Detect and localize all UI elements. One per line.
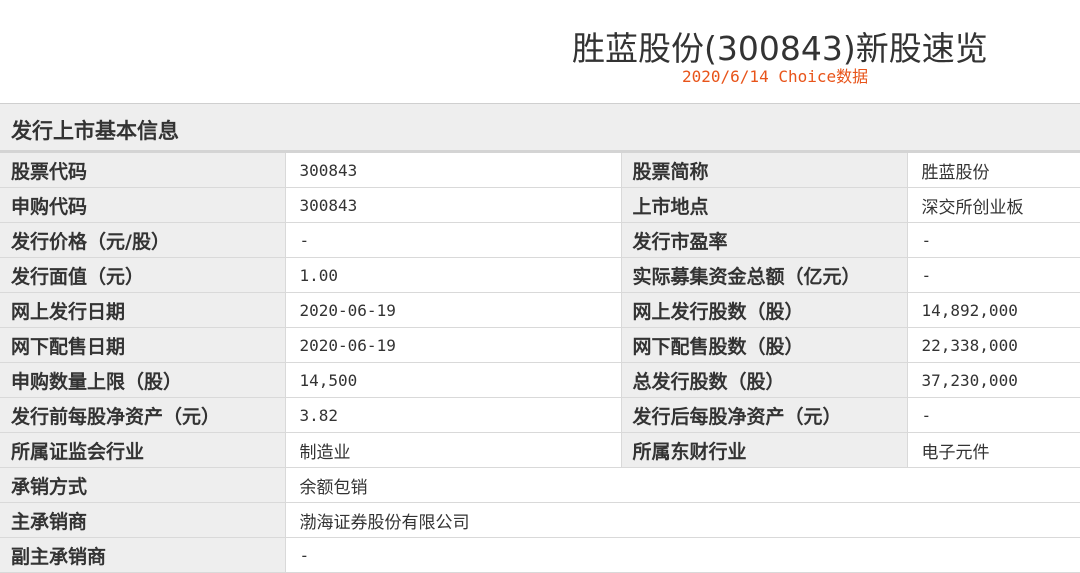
table-row: 发行前每股净资产（元） 3.82 发行后每股净资产（元） - [0,397,1080,433]
row-label: 主承销商 [0,502,286,538]
row-label: 副主承销商 [0,537,286,573]
table-row: 主承销商 渤海证券股份有限公司 [0,502,1080,538]
row-value: 余额包销 [285,467,1080,503]
row-value: - [285,537,1080,573]
row-value: 电子元件 [907,432,1080,468]
row-value: 300843 [285,153,622,188]
row-label: 所属东财行业 [621,432,908,468]
row-label: 发行前每股净资产（元） [0,397,286,433]
row-label: 网上发行股数（股） [621,292,908,328]
table-row: 网下配售日期 2020-06-19 网下配售股数（股） 22,338,000 [0,327,1080,363]
row-value: 3.82 [285,397,622,433]
row-label: 申购数量上限（股） [0,362,286,398]
row-value: 2020-06-19 [285,292,622,328]
row-value: - [907,397,1080,433]
row-label: 发行市盈率 [621,222,908,258]
row-label: 发行价格（元/股） [0,222,286,258]
row-label: 承销方式 [0,467,286,503]
row-label: 所属证监会行业 [0,432,286,468]
table-row: 发行面值（元） 1.00 实际募集资金总额（亿元） - [0,257,1080,293]
row-value: - [907,257,1080,293]
row-label: 股票代码 [0,153,286,188]
table-row: 申购代码 300843 上市地点 深交所创业板 [0,187,1080,223]
row-value: 22,338,000 [907,327,1080,363]
table-row: 股票代码 300843 股票简称 胜蓝股份 [0,153,1080,188]
section-title: 发行上市基本信息 [11,119,179,143]
section-header: 发行上市基本信息 [0,104,1080,150]
row-label: 总发行股数（股） [621,362,908,398]
row-value: 300843 [285,187,622,223]
table-row: 承销方式 余额包销 [0,467,1080,503]
table-row: 网上发行日期 2020-06-19 网上发行股数（股） 14,892,000 [0,292,1080,328]
row-label: 网上发行日期 [0,292,286,328]
table-row: 发行价格（元/股） - 发行市盈率 - [0,222,1080,258]
page-subtitle: 2020/6/14 Choice数据 [682,67,869,86]
row-value: 2020-06-19 [285,327,622,363]
row-value: 1.00 [285,257,622,293]
info-table: 股票代码 300843 股票简称 胜蓝股份 申购代码 300843 上市地点 深… [0,153,1080,573]
table-row: 所属证监会行业 制造业 所属东财行业 电子元件 [0,432,1080,468]
row-value: - [285,222,622,258]
row-label: 上市地点 [621,187,908,223]
row-value: 14,500 [285,362,622,398]
row-label: 网下配售股数（股） [621,327,908,363]
row-label: 实际募集资金总额（亿元） [621,257,908,293]
row-label: 发行面值（元） [0,257,286,293]
row-label: 发行后每股净资产（元） [621,397,908,433]
row-label: 网下配售日期 [0,327,286,363]
row-value: - [907,222,1080,258]
row-value: 37,230,000 [907,362,1080,398]
row-value: 14,892,000 [907,292,1080,328]
row-label: 股票简称 [621,153,908,188]
row-label: 申购代码 [0,187,286,223]
row-value: 胜蓝股份 [907,153,1080,188]
row-value: 深交所创业板 [907,187,1080,223]
row-value: 制造业 [285,432,622,468]
row-value: 渤海证券股份有限公司 [285,502,1080,538]
table-row: 副主承销商 - [0,537,1080,573]
table-row: 申购数量上限（股） 14,500 总发行股数（股） 37,230,000 [0,362,1080,398]
page-header: 胜蓝股份(300843)新股速览 2020/6/14 Choice数据 [0,0,1080,103]
